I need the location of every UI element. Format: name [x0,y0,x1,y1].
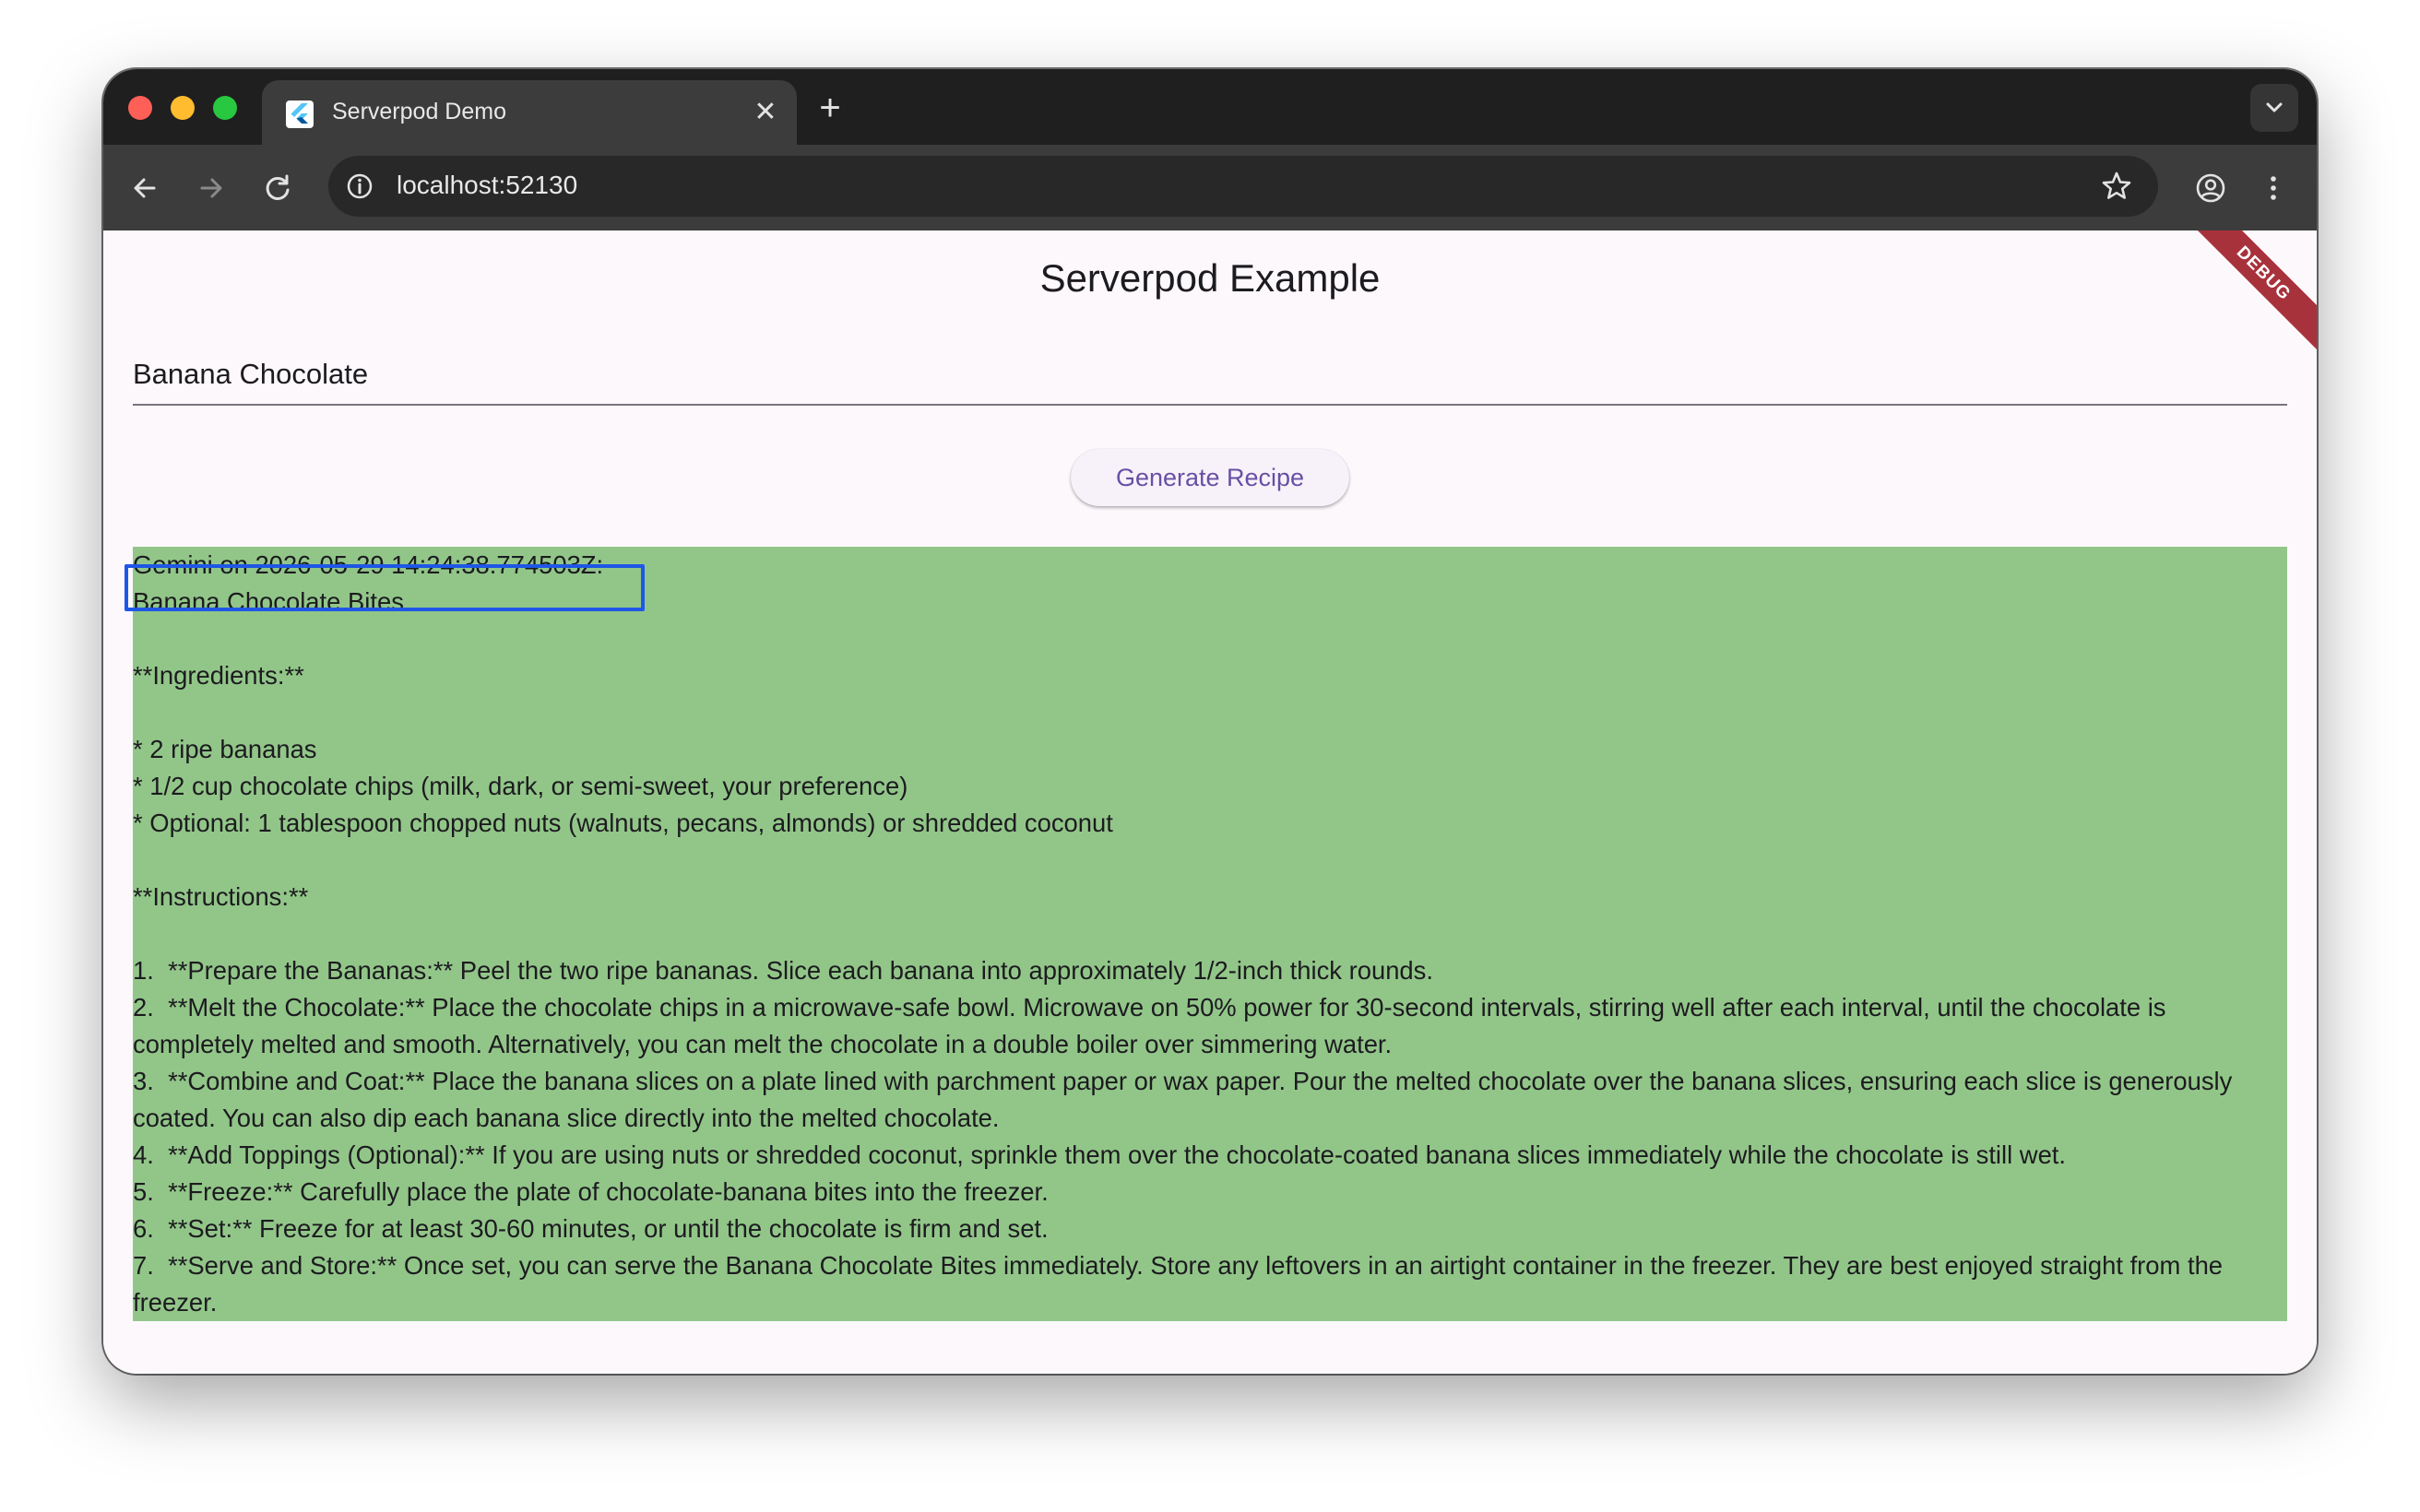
result-line: * 2 ripe bananas [133,735,317,763]
input-value[interactable]: Banana Chocolate [133,358,368,391]
page-title: Serverpod Example [1039,256,1381,300]
result-line [133,915,2282,952]
reload-button[interactable] [256,167,299,209]
tab-title: Serverpod Demo [332,99,506,124]
browser-window: Serverpod Demo ✕ + localhost:52130 Serve… [103,69,2317,1374]
tab-strip: Serverpod Demo ✕ + [103,69,2317,145]
forward-arrow-icon [200,178,222,198]
reload-icon [266,174,290,200]
result-line: * 1/2 cup chocolate chips (milk, dark, o… [133,772,908,800]
bookmark-star-icon[interactable] [2099,169,2134,204]
recipe-result-text: Gemini on 2026-05-29 14:24:38.774503Z: B… [133,547,2282,1321]
profile-button[interactable] [2189,167,2232,209]
zoom-window-button[interactable] [213,96,237,120]
close-window-button[interactable] [128,96,152,120]
result-line: * Optional: 1 tablespoon chopped nuts (w… [133,809,1113,837]
result-line: 6. **Set:** Freeze for at least 30-60 mi… [133,1214,1049,1243]
browser-menu-button[interactable] [2252,167,2295,209]
generate-recipe-button[interactable]: Generate Recipe [1071,449,1349,506]
result-line [133,620,2282,657]
new-tab-button[interactable]: + [812,89,848,128]
site-info-icon[interactable] [343,170,376,203]
chevron-down-icon [2266,102,2283,112]
result-line: 5. **Freeze:** Carefully place the plate… [133,1177,1049,1206]
forward-button[interactable] [190,167,232,209]
result-line: **Ingredients:** [133,661,304,690]
back-arrow-icon [134,178,156,198]
app-page: Serverpod Example DEBUG Banana Chocolate… [103,230,2317,1374]
result-line [133,842,2282,879]
profile-icon [2196,173,2225,203]
result-line: 1. **Prepare the Bananas:** Peel the two… [133,956,1433,985]
result-line: 2. **Melt the Chocolate:** Place the cho… [133,993,2174,1058]
address-url[interactable]: localhost:52130 [397,171,577,200]
result-line: **Instructions:** [133,882,309,911]
result-line: 7. **Serve and Store:** Once set, you ca… [133,1251,2230,1317]
browser-toolbar: localhost:52130 [103,145,2317,230]
minimize-window-button[interactable] [171,96,195,120]
result-line: 4. **Add Toppings (Optional):** If you a… [133,1140,2067,1169]
tab-serverpod-demo[interactable]: Serverpod Demo ✕ [262,80,797,145]
result-line: 3. **Combine and Coat:** Place the banan… [133,1067,2239,1132]
result-line [133,694,2282,731]
close-tab-icon[interactable]: ✕ [751,99,780,128]
tab-search-button[interactable] [2250,84,2298,132]
kebab-menu-icon [2271,176,2276,200]
back-button[interactable] [124,167,166,209]
flutter-favicon-icon [286,100,314,128]
recipe-result-panel: Gemini on 2026-05-29 14:24:38.774503Z: B… [133,547,2287,1321]
address-bar[interactable]: localhost:52130 [328,156,2158,217]
recipe-ingredients-input[interactable]: Banana Chocolate [133,345,2287,406]
highlight-annotation-box [125,564,645,611]
